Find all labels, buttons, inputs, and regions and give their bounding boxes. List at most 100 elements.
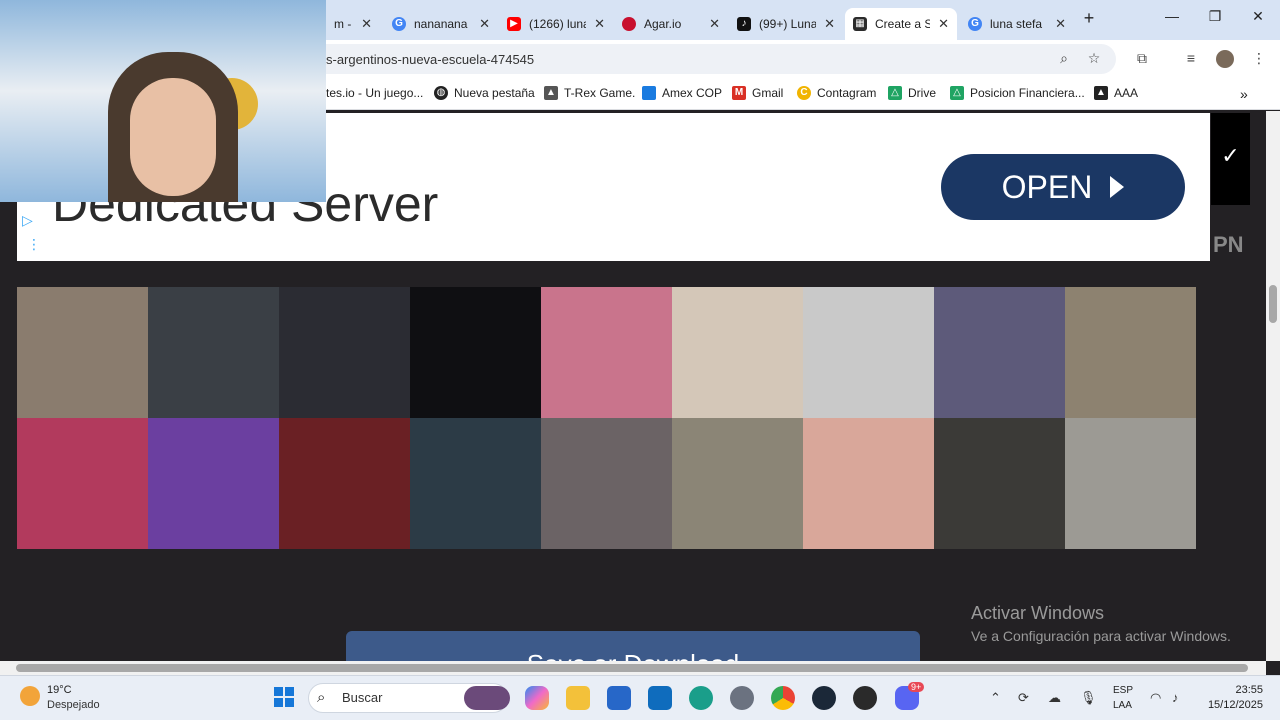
close-icon[interactable]: ✕ <box>709 16 720 32</box>
ad-choices-icon[interactable]: ▷ <box>22 212 33 229</box>
weather-temperature[interactable]: 19°C <box>47 684 72 696</box>
sync-icon[interactable]: ⟳ <box>1018 690 1029 706</box>
edge-icon[interactable] <box>689 686 713 710</box>
grid-tile[interactable] <box>1065 287 1196 418</box>
menu-icon[interactable]: ⋮ <box>1250 50 1268 68</box>
tab-0[interactable]: m - ✕ <box>326 8 380 40</box>
chevron-up-icon[interactable]: ⌃ <box>990 690 1001 706</box>
bookmark-1[interactable]: ◍ Nueva pestaña <box>434 86 535 100</box>
grid-tile[interactable] <box>148 418 279 549</box>
grid-tile[interactable] <box>1065 418 1196 549</box>
file-explorer-icon[interactable] <box>566 686 590 710</box>
weather-description[interactable]: Despejado <box>47 699 100 711</box>
star-icon[interactable]: ☆ <box>1085 50 1103 68</box>
language-indicator-top[interactable]: ESP <box>1113 685 1133 696</box>
wifi-icon[interactable]: ◠ <box>1150 690 1161 706</box>
tiktok-icon: ♪ <box>737 17 751 31</box>
grid-tile[interactable] <box>803 418 934 549</box>
tab-6-title: luna stefa <box>990 17 1043 31</box>
chrome-icon[interactable] <box>771 686 795 710</box>
tab-6[interactable]: G luna stefa ✕ <box>960 8 1074 40</box>
tab-5-title: Create a S <box>875 17 931 31</box>
close-icon[interactable]: ✕ <box>594 16 605 32</box>
ad-side-panel[interactable]: ✓ <box>1211 113 1250 205</box>
microphone-icon[interactable]: 🎙 <box>1080 690 1097 706</box>
settings-icon[interactable] <box>730 686 754 710</box>
vertical-scroll-thumb[interactable] <box>1269 285 1277 323</box>
bookmark-5[interactable]: C Contagram <box>797 86 876 100</box>
grid-tile[interactable] <box>279 287 410 418</box>
open-button[interactable]: OPEN <box>941 154 1185 220</box>
zoom-icon[interactable]: ⌕ <box>1055 50 1073 68</box>
close-icon[interactable]: ✕ <box>1055 16 1066 32</box>
tab-3-title: Agar.io <box>644 17 682 31</box>
discord-badge: 9+ <box>908 682 925 692</box>
bookmark-8[interactable]: ▲ AAA <box>1094 86 1138 100</box>
start-button[interactable] <box>274 687 294 707</box>
network-cloud-icon[interactable]: ☁ <box>1048 690 1061 706</box>
copilot-icon[interactable] <box>525 686 549 710</box>
weather-moon-icon[interactable] <box>20 686 40 706</box>
bookmark-0[interactable]: tes.io - Un juego... <box>326 86 423 100</box>
volume-icon[interactable]: ♪ <box>1172 690 1179 705</box>
search-highlight-image[interactable] <box>464 686 510 710</box>
bookmark-7[interactable]: △ Posicion Financiera... <box>950 86 1085 100</box>
grid-tile[interactable] <box>410 287 541 418</box>
grid-tile[interactable] <box>934 287 1065 418</box>
tab-4-title: (99+) Luna <box>759 17 817 31</box>
media-controls-icon[interactable]: ≡ <box>1182 50 1200 68</box>
clock-time[interactable]: 23:55 <box>1218 684 1263 696</box>
clock-date[interactable]: 15/12/2025 <box>1200 699 1263 711</box>
microsoft-store-icon[interactable] <box>607 686 631 710</box>
language-indicator-bottom[interactable]: LAA <box>1113 700 1132 711</box>
bookmark-3[interactable]: Amex COP <box>642 86 722 100</box>
obs-icon[interactable] <box>853 686 877 710</box>
grid-tile[interactable] <box>279 418 410 549</box>
grid-tile[interactable] <box>541 418 672 549</box>
close-icon[interactable]: ✕ <box>361 16 372 32</box>
tab-1[interactable]: G nananana ✕ <box>384 8 498 40</box>
tab-5-active[interactable]: ▦ Create a S ✕ <box>845 8 957 40</box>
bookmark-4[interactable]: M Gmail <box>732 86 783 100</box>
minimize-button[interactable]: — <box>1160 8 1184 30</box>
grid-tile[interactable] <box>148 287 279 418</box>
activation-title: Activar Windows <box>971 603 1105 623</box>
open-button-label: OPEN <box>1001 168 1093 205</box>
bookmark-2[interactable]: ▲ T-Rex Game. <box>544 86 635 100</box>
restore-button[interactable]: ❐ <box>1203 8 1227 30</box>
grid-tile[interactable] <box>17 418 148 549</box>
search-icon: ⌕ <box>317 689 326 706</box>
horizontal-scroll-thumb[interactable] <box>16 664 1248 672</box>
tab-4[interactable]: ♪ (99+) Luna ✕ <box>729 8 843 40</box>
outlook-icon[interactable] <box>648 686 672 710</box>
tab-3[interactable]: Agar.io ✕ <box>614 8 728 40</box>
grid-tile[interactable] <box>672 418 803 549</box>
extensions-icon[interactable]: ⧉ <box>1133 50 1151 68</box>
close-icon[interactable]: ✕ <box>479 16 490 32</box>
triangle-icon: ▲ <box>1094 86 1108 100</box>
grid-tile[interactable] <box>934 418 1065 549</box>
search-placeholder[interactable]: Buscar <box>342 690 382 705</box>
bookmark-label: Drive <box>908 86 937 100</box>
close-window-button[interactable]: ✕ <box>1246 8 1270 30</box>
grid-tile[interactable] <box>803 287 934 418</box>
bookmark-6[interactable]: △ Drive <box>888 86 936 100</box>
check-icon: ✓ <box>1221 143 1240 168</box>
profile-avatar[interactable] <box>1216 50 1234 68</box>
bookmark-label: T-Rex Game. <box>564 86 636 100</box>
close-icon[interactable]: ✕ <box>824 16 835 32</box>
grid-tile[interactable] <box>17 287 148 418</box>
steam-icon[interactable] <box>812 686 836 710</box>
close-icon[interactable]: ✕ <box>938 16 949 32</box>
url-text[interactable]: s-argentinos-nueva-escuela-474545 <box>326 52 534 67</box>
new-tab-button[interactable]: + <box>1077 8 1101 30</box>
grid-tile[interactable] <box>410 418 541 549</box>
more-bookmarks-icon[interactable]: » <box>1240 86 1248 102</box>
globe-icon: ◍ <box>434 86 448 100</box>
ad-more-icon[interactable]: ⋮ <box>27 236 41 253</box>
grid-tile[interactable] <box>541 287 672 418</box>
tab-2[interactable]: ▶ (1266) luna ✕ <box>499 8 613 40</box>
drive-icon: △ <box>950 86 964 100</box>
grid-tile[interactable] <box>672 287 803 418</box>
vertical-scrollbar[interactable] <box>1266 111 1280 661</box>
